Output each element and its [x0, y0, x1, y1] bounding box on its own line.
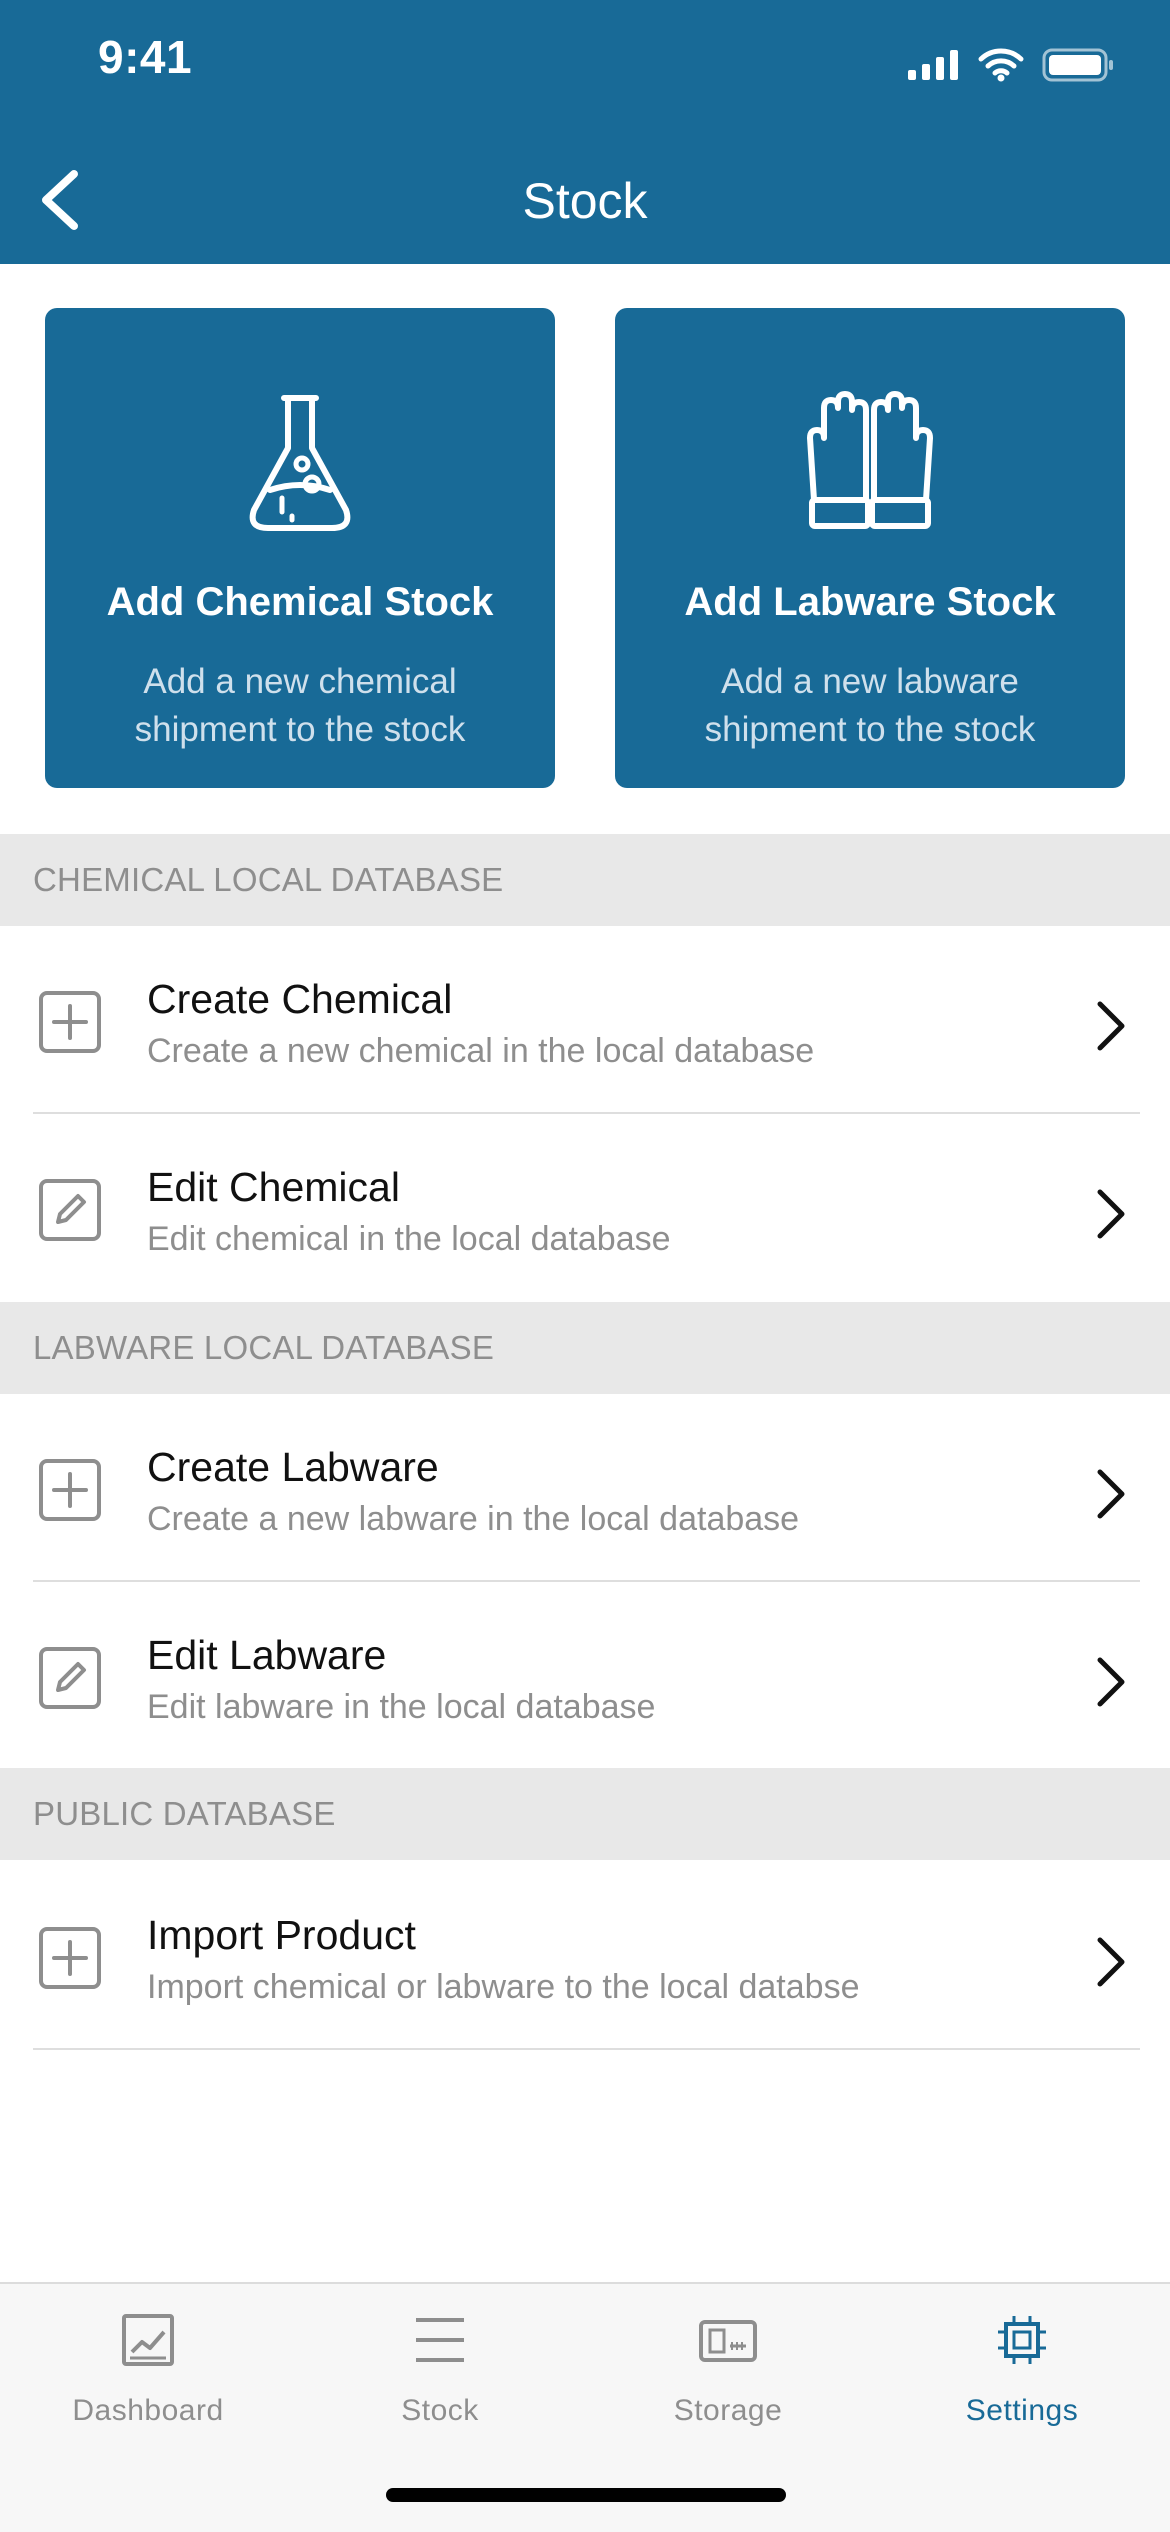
add-chemical-stock-card[interactable]: Add Chemical Stock Add a new chemical sh… [45, 308, 555, 788]
row-title: Import Product [147, 1912, 416, 1958]
gloves-icon [807, 391, 933, 529]
stock-screen: 9:41 Stock Add Chemical Stock Add a new … [0, 0, 1170, 2532]
chevron-right-icon [1097, 1937, 1125, 1987]
tab-label: Dashboard [72, 2394, 224, 2427]
flask-icon [249, 395, 351, 531]
chevron-right-icon [1097, 1001, 1125, 1051]
section-header-chemical: CHEMICAL LOCAL DATABASE [0, 834, 1170, 926]
settings-icon [998, 2316, 1046, 2364]
tab-settings[interactable]: Settings [876, 2284, 1168, 2444]
row-title: Create Labware [147, 1444, 439, 1490]
card-title: Add Labware Stock [684, 580, 1056, 624]
card-title: Add Chemical Stock [106, 580, 494, 624]
home-indicator [386, 2488, 786, 2502]
signal-icon [908, 50, 958, 80]
battery-icon [1042, 48, 1113, 82]
section-header-public: PUBLIC DATABASE [0, 1768, 1170, 1860]
chevron-right-icon [1097, 1657, 1125, 1707]
row-subtitle: Edit chemical in the local database [147, 1220, 671, 1258]
row-subtitle: Create a new chemical in the local datab… [147, 1032, 815, 1070]
chevron-right-icon [1097, 1189, 1125, 1239]
row-title: Edit Labware [147, 1632, 387, 1678]
edit-labware-row[interactable]: Edit Labware Edit labware in the local d… [0, 1582, 1170, 1770]
storage-icon [699, 2320, 757, 2362]
tab-dashboard[interactable]: Dashboard [2, 2284, 294, 2444]
plus-square-icon [39, 991, 101, 1053]
divider [33, 2048, 1140, 2050]
app-header: 9:41 Stock [0, 0, 1170, 264]
stock-icon [416, 2318, 464, 2362]
tab-stock[interactable]: Stock [294, 2284, 586, 2444]
status-icons [908, 48, 1114, 82]
plus-square-icon [39, 1927, 101, 1989]
chevron-right-icon [1097, 1469, 1125, 1519]
row-subtitle: Edit labware in the local database [147, 1688, 656, 1726]
card-subtitle: Add a new labware shipment to the stock [704, 662, 1036, 749]
tab-label: Storage [673, 2394, 783, 2427]
section-header-labware: LABWARE LOCAL DATABASE [0, 1302, 1170, 1394]
card-subtitle: Add a new chemical shipment to the stock [134, 662, 466, 749]
plus-square-icon [39, 1459, 101, 1521]
row-subtitle: Import chemical or labware to the local … [147, 1968, 860, 2006]
status-time: 9:41 [98, 31, 193, 83]
row-title: Edit Chemical [147, 1164, 400, 1210]
tab-label: Settings [965, 2394, 1079, 2427]
create-labware-row[interactable]: Create Labware Create a new labware in t… [0, 1394, 1170, 1582]
wifi-icon [978, 48, 1024, 82]
edit-square-icon [39, 1179, 101, 1241]
edit-chemical-row[interactable]: Edit Chemical Edit chemical in the local… [0, 1114, 1170, 1302]
row-subtitle: Create a new labware in the local databa… [147, 1500, 800, 1538]
row-title: Create Chemical [147, 976, 453, 1022]
dashboard-icon [122, 2314, 174, 2366]
import-product-row[interactable]: Import Product Import chemical or labwar… [0, 1862, 1170, 2050]
create-chemical-row[interactable]: Create Chemical Create a new chemical in… [0, 926, 1170, 1114]
page-title: Stock [522, 173, 648, 229]
add-labware-stock-card[interactable]: Add Labware Stock Add a new labware ship… [615, 308, 1125, 788]
edit-square-icon [39, 1647, 101, 1709]
tab-storage[interactable]: Storage [582, 2284, 874, 2444]
tab-label: Stock [401, 2394, 479, 2427]
